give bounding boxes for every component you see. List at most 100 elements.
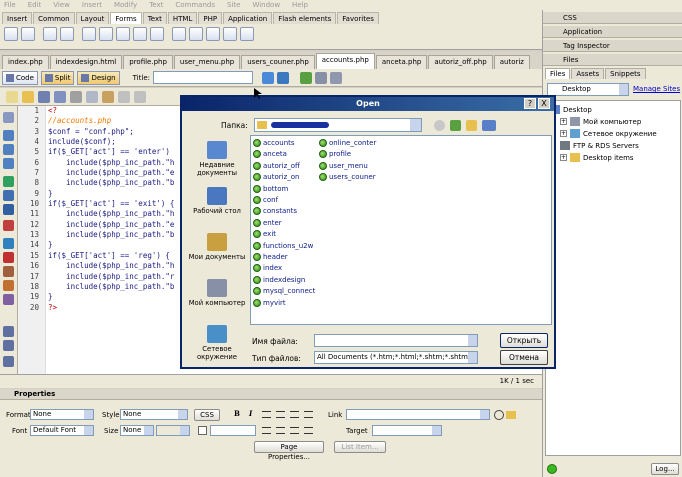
my-documents-place[interactable]: Мои документы: [186, 233, 248, 261]
css-panel-header[interactable]: CSS: [543, 12, 682, 24]
indent-icon[interactable]: [3, 326, 14, 337]
file-item[interactable]: autoriz_off: [253, 161, 300, 170]
code-line[interactable]: include($php_inc_path."e: [48, 220, 174, 230]
filename-input[interactable]: [314, 334, 478, 347]
select-parent-tag-icon[interactable]: [3, 176, 14, 187]
file-item[interactable]: myvirt: [253, 298, 286, 307]
new-folder-icon[interactable]: [466, 120, 477, 131]
insert-tab-forms[interactable]: Forms: [110, 12, 142, 24]
move-css-icon[interactable]: [3, 294, 14, 305]
menu-item-view[interactable]: View: [53, 0, 70, 10]
insert-tab-common[interactable]: Common: [33, 12, 75, 24]
code-line[interactable]: //accounts.php: [48, 116, 174, 126]
log-button[interactable]: Log...: [651, 463, 679, 475]
checkbox-icon[interactable]: [82, 27, 96, 41]
radio-group-icon[interactable]: [116, 27, 130, 41]
desktop-place[interactable]: Рабочий стол: [186, 187, 248, 215]
doc-tab-anceta-php[interactable]: anceta.php: [375, 55, 428, 69]
back-icon[interactable]: [434, 120, 445, 131]
wrap-tag-icon[interactable]: [3, 266, 14, 277]
refresh-icon[interactable]: [300, 71, 312, 84]
image-field-icon[interactable]: [172, 27, 186, 41]
insert-tab-html[interactable]: HTML: [167, 12, 198, 24]
code-lines[interactable]: <?//accounts.php $conf = "conf.php"; inclu…: [48, 106, 174, 313]
code-line[interactable]: include($php_inc_path."b: [48, 178, 174, 188]
css-button[interactable]: CSS: [194, 409, 220, 421]
remove-comment-icon[interactable]: [3, 252, 14, 263]
radio-button-icon[interactable]: [99, 27, 113, 41]
file-item[interactable]: profile: [319, 150, 351, 159]
format-select[interactable]: None: [30, 409, 94, 420]
insert-tab-text[interactable]: Text: [142, 12, 167, 24]
font-select[interactable]: Default Font: [30, 425, 94, 436]
undo-icon[interactable]: [118, 90, 130, 103]
size-unit-select[interactable]: [156, 425, 190, 436]
doc-tab-profile-php[interactable]: profile.php: [123, 55, 173, 69]
save-all-icon[interactable]: [54, 90, 66, 103]
code-line[interactable]: if($_GET['act'] == 'exit') {: [48, 199, 174, 209]
size-select[interactable]: None: [120, 425, 154, 436]
outdent-icon[interactable]: [3, 340, 14, 351]
target-select[interactable]: [372, 425, 442, 436]
doc-tab-accounts-php[interactable]: accounts.php: [315, 53, 375, 69]
cancel-button[interactable]: Отмена: [500, 350, 548, 365]
code-line[interactable]: if($_GET['act'] == 'reg') {: [48, 251, 174, 261]
dialog-help-button[interactable]: ?: [524, 98, 536, 109]
jump-menu-icon[interactable]: [150, 27, 164, 41]
collapse-selection-icon[interactable]: [3, 144, 14, 155]
fieldset-icon[interactable]: [240, 27, 254, 41]
insert-tab-flash-elements[interactable]: Flash elements: [273, 12, 337, 24]
doc-tab-user_menu-php[interactable]: user_menu.php: [173, 55, 241, 69]
code-line[interactable]: include($php_inc_path."h: [48, 261, 174, 271]
up-folder-icon[interactable]: [450, 120, 461, 131]
file-item[interactable]: autoriz_on: [253, 173, 299, 182]
align-center-icon[interactable]: [276, 411, 285, 418]
menu-item-edit[interactable]: Edit: [28, 0, 42, 10]
expand-icon[interactable]: +: [560, 130, 567, 137]
site-select[interactable]: Desktop: [547, 83, 629, 96]
files-panel-header[interactable]: Files: [543, 54, 682, 66]
doc-tab-index-php[interactable]: index.php: [2, 55, 49, 69]
file-item[interactable]: exit: [253, 230, 276, 239]
expand-icon[interactable]: +: [560, 154, 567, 161]
italic-icon[interactable]: I: [249, 409, 252, 418]
list-item-button[interactable]: List Item...: [334, 441, 386, 453]
menu-item-modify[interactable]: Modify: [114, 0, 137, 10]
code-view-button[interactable]: Code: [2, 70, 38, 85]
file-item[interactable]: accounts: [253, 139, 295, 147]
code-line[interactable]: if($_GET['act'] == 'enter'): [48, 147, 174, 157]
hidden-field-icon[interactable]: [43, 27, 57, 41]
file-item[interactable]: enter: [253, 218, 282, 227]
textarea-icon[interactable]: [60, 27, 74, 41]
tree-item[interactable]: FTP & RDS Servers: [560, 141, 639, 150]
format-source-icon[interactable]: [3, 356, 14, 367]
code-line[interactable]: <?: [48, 106, 174, 116]
doc-tab-indexdesign-html[interactable]: indexdesign.html: [49, 55, 123, 69]
menu-item-text[interactable]: Text: [149, 0, 163, 10]
tree-item[interactable]: Desktop: [550, 105, 592, 114]
align-right-icon[interactable]: [290, 411, 299, 418]
page-properties-button[interactable]: Page Properties...: [254, 441, 324, 461]
properties-panel-title[interactable]: Properties: [0, 389, 542, 400]
apply-comment-icon[interactable]: [3, 238, 14, 249]
browse-folder-icon[interactable]: [506, 411, 516, 419]
file-item[interactable]: conf: [253, 196, 278, 204]
text-outdent-icon[interactable]: [290, 427, 299, 434]
open-button[interactable]: Открыть: [500, 333, 548, 348]
file-item[interactable]: bottom: [253, 184, 288, 193]
menu-item-insert[interactable]: Insert: [82, 0, 102, 10]
code-line[interactable]: include($php_inc_path."b: [48, 282, 174, 292]
tree-item[interactable]: + Мой компьютер: [560, 117, 641, 126]
insert-tab-php[interactable]: PHP: [198, 12, 223, 24]
expand-icon[interactable]: +: [560, 118, 567, 125]
file-field-icon[interactable]: [189, 27, 203, 41]
file-item[interactable]: user_menu: [319, 161, 368, 170]
text-indent-icon[interactable]: [304, 427, 313, 434]
doc-tab-users_couner-php[interactable]: users_couner.php: [241, 55, 315, 69]
tag-inspector-header[interactable]: Tag Inspector: [543, 40, 682, 52]
code-line[interactable]: include($conf);: [48, 137, 174, 147]
align-left-icon[interactable]: [262, 411, 271, 418]
application-panel-header[interactable]: Application: [543, 26, 682, 38]
view-menu-icon[interactable]: [482, 120, 496, 131]
insert-tab-insert[interactable]: Insert: [2, 12, 33, 24]
